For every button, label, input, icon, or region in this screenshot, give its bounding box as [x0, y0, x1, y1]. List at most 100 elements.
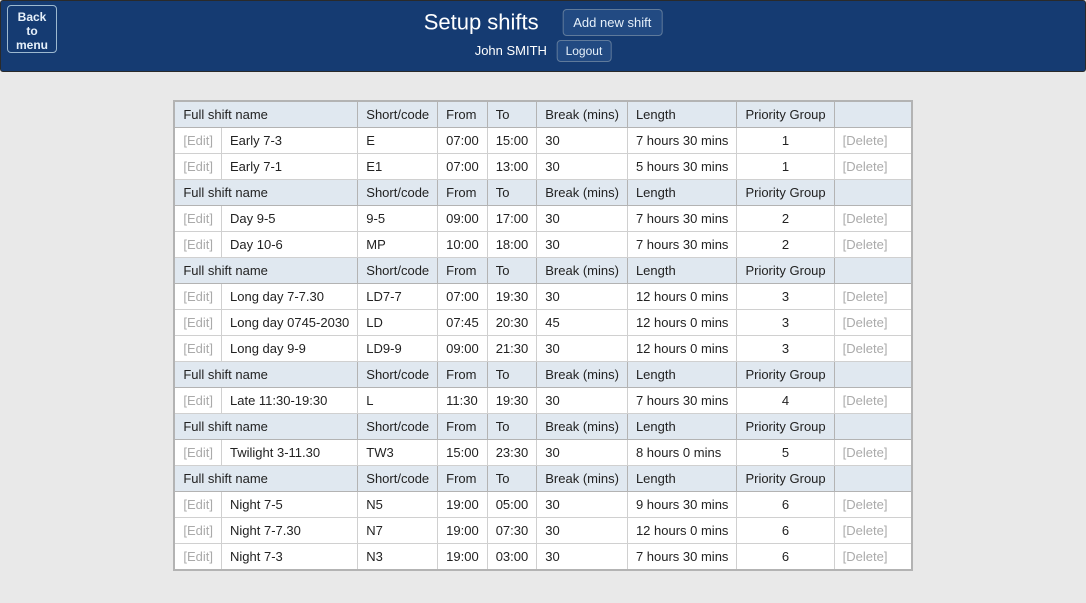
column-header: Break (mins) [537, 362, 628, 388]
column-header: From [438, 414, 488, 440]
edit-link[interactable]: Edit [183, 523, 213, 538]
cell-name: Long day 0745-2030 [222, 310, 358, 336]
cell-break: 45 [537, 310, 628, 336]
delete-link[interactable]: Delete [843, 549, 888, 564]
table-row: EditLate 11:30-19:30L11:3019:30307 hours… [174, 388, 911, 414]
column-header: Full shift name [174, 101, 357, 128]
cell-code: TW3 [358, 440, 438, 466]
cell-priority: 2 [737, 206, 834, 232]
column-header: Break (mins) [537, 180, 628, 206]
cell-priority: 6 [737, 492, 834, 518]
cell-delete: Delete [834, 544, 912, 571]
edit-link[interactable]: Edit [183, 133, 213, 148]
cell-length: 7 hours 30 mins [627, 544, 737, 571]
delete-link[interactable]: Delete [843, 159, 888, 174]
edit-link[interactable]: Edit [183, 237, 213, 252]
cell-break: 30 [537, 284, 628, 310]
cell-name: Night 7-7.30 [222, 518, 358, 544]
cell-edit: Edit [174, 154, 221, 180]
edit-link[interactable]: Edit [183, 315, 213, 330]
cell-priority: 6 [737, 518, 834, 544]
edit-link[interactable]: Edit [183, 549, 213, 564]
table-row: EditLong day 0745-2030LD07:4520:304512 h… [174, 310, 911, 336]
cell-to: 19:30 [487, 284, 537, 310]
cell-delete: Delete [834, 232, 912, 258]
edit-link[interactable]: Edit [183, 211, 213, 226]
table-header-row: Full shift nameShort/codeFromToBreak (mi… [174, 101, 911, 128]
cell-priority: 4 [737, 388, 834, 414]
cell-code: 9-5 [358, 206, 438, 232]
edit-link[interactable]: Edit [183, 159, 213, 174]
cell-code: N5 [358, 492, 438, 518]
cell-from: 19:00 [438, 544, 488, 571]
cell-name: Day 9-5 [222, 206, 358, 232]
cell-edit: Edit [174, 232, 221, 258]
cell-to: 17:00 [487, 206, 537, 232]
cell-length: 12 hours 0 mins [627, 518, 737, 544]
cell-length: 7 hours 30 mins [627, 128, 737, 154]
cell-edit: Edit [174, 128, 221, 154]
cell-from: 07:45 [438, 310, 488, 336]
cell-name: Night 7-5 [222, 492, 358, 518]
column-header: Break (mins) [537, 466, 628, 492]
cell-name: Early 7-1 [222, 154, 358, 180]
delete-link[interactable]: Delete [843, 315, 888, 330]
cell-priority: 3 [737, 284, 834, 310]
column-header: Length [627, 414, 737, 440]
cell-delete: Delete [834, 154, 912, 180]
cell-name: Early 7-3 [222, 128, 358, 154]
cell-priority: 2 [737, 232, 834, 258]
cell-from: 07:00 [438, 284, 488, 310]
cell-code: LD [358, 310, 438, 336]
cell-to: 19:30 [487, 388, 537, 414]
shifts-table: Full shift nameShort/codeFromToBreak (mi… [173, 100, 912, 571]
table-header-row: Full shift nameShort/codeFromToBreak (mi… [174, 362, 911, 388]
delete-link[interactable]: Delete [843, 445, 888, 460]
delete-link[interactable]: Delete [843, 341, 888, 356]
cell-length: 7 hours 30 mins [627, 232, 737, 258]
delete-link[interactable]: Delete [843, 393, 888, 408]
edit-link[interactable]: Edit [183, 393, 213, 408]
cell-to: 13:00 [487, 154, 537, 180]
cell-to: 15:00 [487, 128, 537, 154]
column-header: Short/code [358, 362, 438, 388]
delete-link[interactable]: Delete [843, 523, 888, 538]
cell-break: 30 [537, 336, 628, 362]
cell-delete: Delete [834, 388, 912, 414]
edit-link[interactable]: Edit [183, 445, 213, 460]
delete-link[interactable]: Delete [843, 211, 888, 226]
cell-from: 07:00 [438, 128, 488, 154]
cell-code: MP [358, 232, 438, 258]
column-header: Full shift name [174, 258, 357, 284]
add-new-shift-button[interactable]: Add new shift [562, 9, 662, 36]
column-header: Priority Group [737, 362, 834, 388]
cell-break: 30 [537, 128, 628, 154]
logout-button[interactable]: Logout [557, 40, 612, 62]
column-header: To [487, 414, 537, 440]
edit-link[interactable]: Edit [183, 341, 213, 356]
delete-link[interactable]: Delete [843, 237, 888, 252]
column-header: Priority Group [737, 466, 834, 492]
cell-priority: 1 [737, 154, 834, 180]
cell-from: 11:30 [438, 388, 488, 414]
cell-delete: Delete [834, 440, 912, 466]
edit-link[interactable]: Edit [183, 289, 213, 304]
cell-priority: 6 [737, 544, 834, 571]
column-header: Length [627, 362, 737, 388]
table-header-row: Full shift nameShort/codeFromToBreak (mi… [174, 466, 911, 492]
cell-edit: Edit [174, 336, 221, 362]
delete-link[interactable]: Delete [843, 289, 888, 304]
column-header: From [438, 258, 488, 284]
column-header: Full shift name [174, 466, 357, 492]
cell-length: 5 hours 30 mins [627, 154, 737, 180]
column-header: Full shift name [174, 414, 357, 440]
edit-link[interactable]: Edit [183, 497, 213, 512]
table-row: EditDay 9-59-509:0017:00307 hours 30 min… [174, 206, 911, 232]
delete-link[interactable]: Delete [843, 133, 888, 148]
delete-link[interactable]: Delete [843, 497, 888, 512]
back-to-menu-button[interactable]: Back to menu [7, 5, 57, 53]
cell-break: 30 [537, 388, 628, 414]
cell-code: E [358, 128, 438, 154]
column-header: From [438, 180, 488, 206]
column-header [834, 466, 912, 492]
